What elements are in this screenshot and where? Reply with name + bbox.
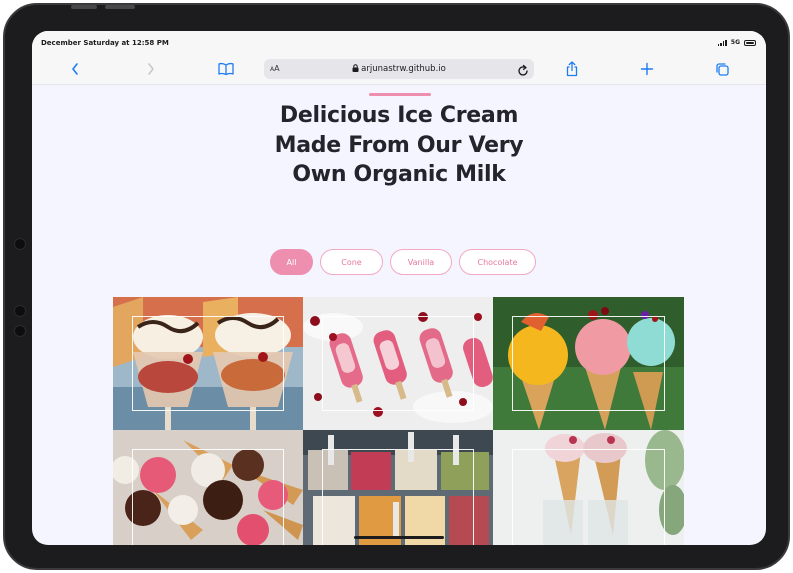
- sensor-icon: [14, 325, 26, 337]
- new-tab-button[interactable]: [638, 60, 656, 78]
- image-frame: [322, 449, 474, 545]
- heading-accent-line: [369, 93, 431, 96]
- url-display: arjunastrw.github.io: [264, 64, 534, 74]
- image-frame: [132, 316, 284, 411]
- network-label: 5G: [730, 39, 740, 46]
- gallery-item-sundae[interactable]: [113, 297, 303, 430]
- new-tab-plus-icon: [640, 62, 654, 76]
- reload-icon: [518, 64, 528, 76]
- status-time: December Saturday at 12:58 PM: [41, 39, 169, 47]
- back-chevron-icon: [72, 63, 78, 75]
- power-button: [105, 5, 135, 9]
- browser-toolbar: AA arjunastrw.github.io: [32, 53, 766, 85]
- gallery-item-chocolate-cones[interactable]: [113, 430, 303, 545]
- gallery-grid: [113, 297, 684, 545]
- filter-tabs: All Cone Vanilla Chocolate: [270, 249, 536, 275]
- share-icon: [566, 61, 578, 77]
- status-indicators: 5G: [717, 39, 756, 46]
- gallery-item-gelato-display[interactable]: [303, 430, 493, 545]
- tabs-button[interactable]: [713, 60, 731, 78]
- screen: December Saturday at 12:58 PM 5G AA arju…: [32, 31, 766, 545]
- filter-all-button[interactable]: All: [270, 249, 313, 275]
- forward-chevron-icon: [148, 63, 154, 75]
- camera-icon: [14, 238, 26, 250]
- volume-button: [71, 5, 97, 9]
- page-heading: Delicious Ice Cream Made From Our Very O…: [274, 103, 524, 187]
- image-frame: [512, 449, 665, 545]
- lock-icon: [352, 64, 359, 72]
- page-content: Delicious Ice Cream Made From Our Very O…: [32, 85, 766, 545]
- filter-vanilla-button[interactable]: Vanilla: [390, 249, 452, 275]
- bookmarks-book-icon: [218, 62, 234, 76]
- status-bar: December Saturday at 12:58 PM 5G: [32, 31, 766, 53]
- filter-chocolate-button[interactable]: Chocolate: [459, 249, 536, 275]
- back-button[interactable]: [66, 60, 84, 78]
- bookmarks-button[interactable]: [217, 60, 235, 78]
- signal-icon: [717, 39, 727, 46]
- battery-icon: [744, 39, 756, 46]
- image-frame: [512, 316, 665, 411]
- forward-button[interactable]: [142, 60, 160, 78]
- home-indicator: [354, 536, 444, 539]
- sensor-icon: [14, 305, 26, 317]
- address-bar[interactable]: AA arjunastrw.github.io: [264, 59, 534, 79]
- image-frame: [132, 449, 284, 545]
- tabs-icon: [715, 62, 729, 76]
- filter-cone-button[interactable]: Cone: [320, 249, 383, 275]
- share-button[interactable]: [563, 60, 581, 78]
- gallery-item-popsicles[interactable]: [303, 297, 493, 430]
- gallery-item-strawberry-cones[interactable]: [493, 430, 684, 545]
- image-frame: [322, 316, 474, 411]
- gallery-item-gelato-cones[interactable]: [493, 297, 684, 430]
- url-text: arjunastrw.github.io: [361, 64, 446, 74]
- reload-button[interactable]: [517, 62, 529, 81]
